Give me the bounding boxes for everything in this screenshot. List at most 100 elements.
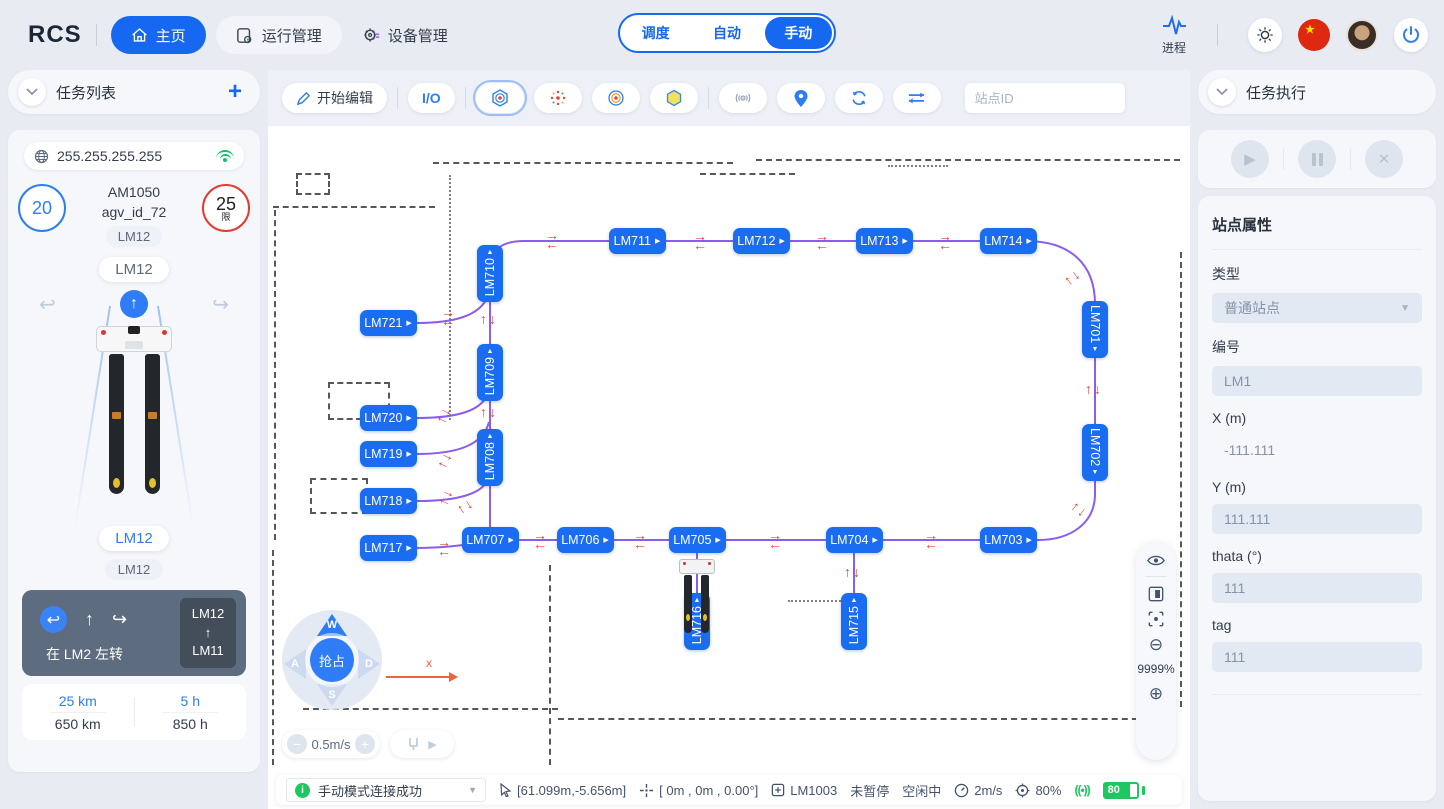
- cancel-task-button[interactable]: ✕: [1365, 140, 1403, 178]
- map-node-LM720[interactable]: LM720▶: [360, 405, 417, 431]
- layers-icon[interactable]: [1148, 586, 1164, 602]
- nav-route: LM12 ↑ LM11: [180, 598, 236, 668]
- language-flag-button[interactable]: ★: [1298, 19, 1330, 51]
- speed-increase-button[interactable]: +: [355, 734, 375, 754]
- field-label: 类型: [1212, 264, 1422, 284]
- map-node-LM702[interactable]: LM702▼: [1082, 424, 1108, 481]
- theme-toggle-button[interactable]: [1248, 18, 1282, 52]
- map-node-LM721[interactable]: LM721▶: [360, 310, 417, 336]
- radar-icon: [733, 88, 753, 108]
- map-node-LM708[interactable]: ▲LM708: [477, 429, 503, 486]
- collapse-button[interactable]: [1208, 78, 1236, 106]
- map-node-LM709[interactable]: ▲LM709: [477, 344, 503, 401]
- map-node-LM710[interactable]: ▲LM710: [477, 245, 503, 302]
- odometer-card: 25 km 650 km 5 h 850 h: [22, 684, 246, 740]
- collapse-button[interactable]: [18, 78, 46, 106]
- show-points-toggle[interactable]: [534, 83, 582, 113]
- map-node-LM703[interactable]: LM703▶: [980, 527, 1037, 553]
- joystick-left-button[interactable]: A: [284, 649, 306, 679]
- chevron-down-icon: [26, 88, 38, 96]
- io-button[interactable]: I/O: [408, 83, 455, 113]
- joystick-right-button[interactable]: D: [358, 649, 380, 679]
- field-value: -111.111: [1212, 435, 1422, 465]
- turn-right-icon[interactable]: ↪: [212, 292, 229, 317]
- field-value[interactable]: 111: [1212, 642, 1422, 672]
- visibility-icon[interactable]: [1147, 554, 1165, 567]
- mode-dispatch[interactable]: 调度: [622, 17, 689, 49]
- gauge-icon: [954, 783, 969, 798]
- map-node-LM714[interactable]: LM714▶: [980, 228, 1037, 254]
- joystick-up-button[interactable]: W: [317, 614, 347, 636]
- speed-limit-badge: 25 限: [202, 184, 250, 232]
- add-task-button[interactable]: +: [228, 78, 242, 106]
- nav-item-operation[interactable]: 运行管理: [216, 16, 342, 54]
- forward-icon[interactable]: ↑: [120, 290, 148, 318]
- map-node-LM717[interactable]: LM717▶: [360, 535, 417, 561]
- station-search-input[interactable]: [975, 91, 1151, 106]
- map-status-bar: i 手动模式连接成功 ▼ [61.099m,-5.656m] [ 0m , 0m…: [276, 775, 1182, 805]
- wifi-icon: [216, 150, 234, 163]
- map-node-LM701[interactable]: LM701▼: [1082, 301, 1108, 358]
- mode-switch: 调度 自动 手动: [618, 13, 836, 53]
- show-stations-toggle[interactable]: [476, 83, 524, 113]
- map-node-LM706[interactable]: LM706▶: [557, 527, 614, 553]
- task-list-sidebar: 任务列表 + 255.255.255.255 20 AM1050 agv_id_…: [8, 70, 260, 801]
- pencil-icon: [296, 91, 311, 106]
- center-focus-icon[interactable]: [1148, 611, 1164, 627]
- play-task-button[interactable]: ▶: [1231, 140, 1269, 178]
- locate-pin-button[interactable]: [777, 83, 825, 113]
- map-node-LM713[interactable]: LM713▶: [856, 228, 913, 254]
- agv-robot-marker[interactable]: [679, 559, 715, 635]
- map-node-LM715[interactable]: ▲LM715: [841, 593, 867, 650]
- zoom-out-button[interactable]: ⊖: [1149, 636, 1163, 653]
- info-icon: i: [295, 783, 310, 798]
- chevron-down-icon: ▼: [1400, 303, 1410, 314]
- zoom-in-button[interactable]: ⊕: [1149, 685, 1163, 702]
- turn-right-icon: ↪: [112, 609, 127, 630]
- user-avatar[interactable]: [1346, 19, 1378, 51]
- map-canvas[interactable]: →←→←→←→←→←→←→←→←→←→←→←→←→←→←→←→←→←→←→←→←…: [268, 70, 1190, 809]
- manual-speed-control: − 0.5m/s +: [282, 730, 380, 758]
- straight-icon: ↑: [85, 609, 94, 630]
- filter-settings-button[interactable]: [893, 83, 941, 113]
- nav-item-home[interactable]: 主页: [111, 16, 206, 54]
- show-areas-toggle[interactable]: [650, 83, 698, 113]
- map-node-LM705[interactable]: LM705▶: [669, 527, 726, 553]
- map-node-LM711[interactable]: LM711▶: [609, 228, 666, 254]
- map-node-LM704[interactable]: LM704▶: [826, 527, 883, 553]
- speed-decrease-button[interactable]: −: [287, 734, 307, 754]
- pause-task-button[interactable]: [1298, 140, 1336, 178]
- battery-indicator: 80: [1103, 782, 1139, 799]
- agv-ip-row[interactable]: 255.255.255.255: [24, 142, 244, 170]
- task-list-header: 任务列表 +: [8, 70, 260, 114]
- node-direction-icon: ▶: [406, 414, 411, 422]
- map-node-LM712[interactable]: LM712▶: [733, 228, 790, 254]
- connection-status-select[interactable]: i 手动模式连接成功 ▼: [286, 778, 486, 802]
- map-node-LM719[interactable]: LM719▶: [360, 441, 417, 467]
- start-edit-button[interactable]: 开始编辑: [282, 83, 387, 113]
- power-button[interactable]: [1394, 18, 1428, 52]
- refresh-button[interactable]: [835, 83, 883, 113]
- lidar-toggle[interactable]: [719, 83, 767, 113]
- map-node-LM718[interactable]: LM718▶: [360, 488, 417, 514]
- field-value[interactable]: 111.111: [1212, 504, 1422, 534]
- turn-left-icon[interactable]: ↩: [39, 292, 56, 317]
- agv-model: AM1050: [102, 184, 167, 200]
- field-value[interactable]: LM1: [1212, 366, 1422, 396]
- joystick-down-button[interactable]: S: [317, 684, 347, 706]
- mode-auto[interactable]: 自动: [693, 17, 760, 49]
- nav-item-device[interactable]: 设备管理: [342, 16, 468, 54]
- field-value[interactable]: 普通站点▼: [1212, 293, 1422, 323]
- map-node-LM707[interactable]: LM707▶: [462, 527, 519, 553]
- node-direction-icon: ▶: [1026, 536, 1031, 544]
- fork-control[interactable]: ▶: [390, 730, 454, 758]
- process-button[interactable]: 进程: [1161, 15, 1187, 56]
- forklift-graphic: [59, 320, 209, 520]
- seize-control-button[interactable]: 抢占: [310, 638, 354, 682]
- station-search: [965, 83, 1125, 113]
- path-direction-arrows: →←: [545, 231, 559, 249]
- mode-manual[interactable]: 手动: [765, 17, 832, 49]
- field-value[interactable]: 111: [1212, 573, 1422, 603]
- show-rings-toggle[interactable]: [592, 83, 640, 113]
- station-pill-top: LM12: [99, 257, 169, 282]
